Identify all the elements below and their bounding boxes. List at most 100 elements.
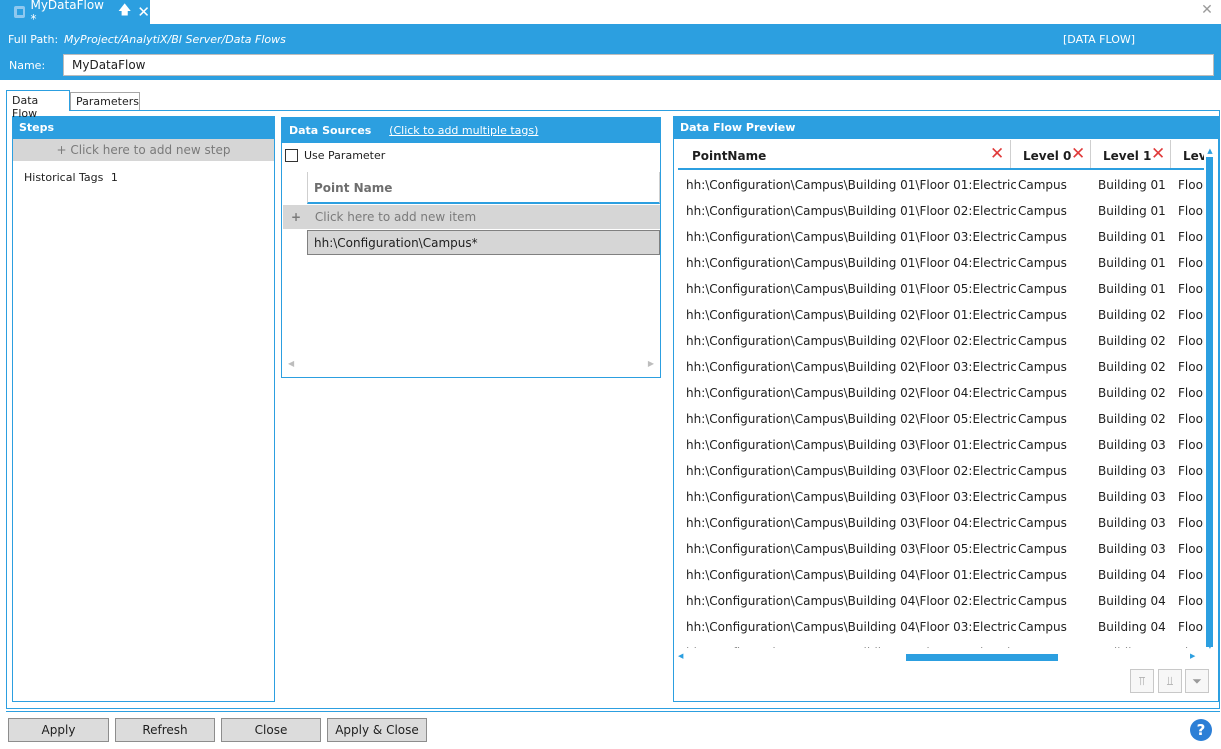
- table-row[interactable]: hh:\Configuration\Campus\Building 03\Flo…: [678, 458, 1204, 484]
- tab-parameters[interactable]: Parameters: [70, 92, 140, 110]
- horizontal-scroll-thumb[interactable]: [906, 654, 1058, 661]
- table-row[interactable]: hh:\Configuration\Campus\Building 02\Flo…: [678, 380, 1204, 406]
- column-header-pointname[interactable]: PointName ✕: [678, 140, 1011, 168]
- preview-title: Data Flow Preview: [674, 117, 1218, 139]
- scroll-up-icon[interactable]: ▲: [1205, 147, 1215, 155]
- table-cell: Floor 04: [1178, 386, 1204, 400]
- table-cell: Floor 03: [1178, 620, 1204, 634]
- document-tab-title: MyDataFlow *: [30, 0, 104, 26]
- table-cell: hh:\Configuration\Campus\Building 01\Flo…: [686, 204, 1016, 218]
- table-row[interactable]: hh:\Configuration\Campus\Building 02\Flo…: [678, 406, 1204, 432]
- add-step-button[interactable]: + Click here to add new step: [13, 139, 274, 161]
- help-icon[interactable]: ?: [1190, 719, 1212, 741]
- table-cell: Building 03: [1098, 542, 1166, 556]
- table-cell: Building 02: [1098, 334, 1166, 348]
- table-cell: Campus: [1018, 568, 1067, 582]
- scroll-right-icon[interactable]: ▶: [648, 359, 654, 368]
- table-row[interactable]: hh:\Configuration\Campus\Building 02\Flo…: [678, 354, 1204, 380]
- column-header-label: Level 1: [1103, 149, 1152, 163]
- table-cell: hh:\Configuration\Campus\Building 02\Flo…: [686, 386, 1016, 400]
- table-row[interactable]: hh:\Configuration\Campus\Building 03\Flo…: [678, 484, 1204, 510]
- add-multiple-tags-link[interactable]: (Click to add multiple tags): [389, 124, 538, 137]
- table-row[interactable]: hh:\Configuration\Campus\Building 01\Flo…: [678, 250, 1204, 276]
- source-tag-row[interactable]: hh:\Configuration\Campus*: [307, 230, 660, 255]
- table-cell: Building 03: [1098, 516, 1166, 530]
- table-row[interactable]: hh:\Configuration\Campus\Building 01\Flo…: [678, 224, 1204, 250]
- full-path-value: MyProject/AnalytiX/BI Server/Data Flows: [64, 33, 286, 46]
- step-item[interactable]: Historical Tags 1: [13, 161, 274, 194]
- table-cell: Floor 05: [1178, 412, 1204, 426]
- filter-add-icon[interactable]: ⫪: [1130, 669, 1154, 693]
- table-cell: Campus: [1018, 412, 1067, 426]
- table-row[interactable]: hh:\Configuration\Campus\Building 03\Flo…: [678, 536, 1204, 562]
- table-row[interactable]: hh:\Configuration\Campus\Building 04\Flo…: [678, 562, 1204, 588]
- table-cell: Campus: [1018, 282, 1067, 296]
- sources-horizontal-scrollbar[interactable]: ◀ ▶: [288, 359, 654, 368]
- table-row[interactable]: hh:\Configuration\Campus\Building 04\Flo…: [678, 640, 1204, 648]
- table-cell: Campus: [1018, 542, 1067, 556]
- table-row[interactable]: hh:\Configuration\Campus\Building 02\Flo…: [678, 328, 1204, 354]
- column-header-level-1[interactable]: Level 1 ✕: [1091, 140, 1171, 168]
- table-row[interactable]: hh:\Configuration\Campus\Building 03\Flo…: [678, 432, 1204, 458]
- apply-close-button[interactable]: Apply & Close: [327, 718, 427, 742]
- table-cell: hh:\Configuration\Campus\Building 02\Flo…: [686, 334, 1016, 348]
- preview-vertical-scrollbar[interactable]: ▲ ▼: [1205, 147, 1215, 652]
- table-cell: Building 01: [1098, 204, 1166, 218]
- document-tab[interactable]: MyDataFlow * 🡅 ✕: [0, 0, 150, 26]
- scroll-left-icon[interactable]: ◀: [678, 652, 683, 660]
- table-cell: Building 01: [1098, 282, 1166, 296]
- table-cell: hh:\Configuration\Campus\Building 03\Flo…: [686, 464, 1016, 478]
- tab-data-flow[interactable]: Data Flow: [6, 90, 70, 120]
- refresh-button[interactable]: Refresh: [115, 718, 215, 742]
- table-row[interactable]: hh:\Configuration\Campus\Building 03\Flo…: [678, 510, 1204, 536]
- table-cell: Building 03: [1098, 464, 1166, 478]
- table-cell: Campus: [1018, 490, 1067, 504]
- column-header-level-2[interactable]: Level 2: [1171, 140, 1204, 168]
- table-cell: hh:\Configuration\Campus\Building 03\Flo…: [686, 542, 1016, 556]
- column-header-label: Level 0: [1023, 149, 1072, 163]
- add-item-label: Click here to add new item: [314, 210, 477, 224]
- table-cell: Building 02: [1098, 412, 1166, 426]
- remove-column-icon[interactable]: ✕: [990, 146, 1004, 163]
- filter-remove-icon[interactable]: ⫫: [1158, 669, 1182, 693]
- scroll-down-icon[interactable]: ▼: [1205, 642, 1215, 650]
- table-cell: Floor 03: [1178, 490, 1204, 504]
- table-row[interactable]: hh:\Configuration\Campus\Building 04\Flo…: [678, 614, 1204, 640]
- window-close-icon[interactable]: ✕: [1200, 3, 1214, 17]
- table-cell: hh:\Configuration\Campus\Building 03\Flo…: [686, 516, 1016, 530]
- remove-column-icon[interactable]: ✕: [1151, 146, 1165, 163]
- step-name: Historical Tags: [24, 171, 104, 184]
- point-name-column-header[interactable]: Point Name: [307, 172, 660, 204]
- table-cell: Campus: [1018, 386, 1067, 400]
- add-item-button[interactable]: + Click here to add new item: [283, 205, 660, 229]
- remove-column-icon[interactable]: ✕: [1071, 146, 1085, 163]
- column-header-label: PointName: [692, 149, 767, 163]
- table-row[interactable]: hh:\Configuration\Campus\Building 01\Flo…: [678, 198, 1204, 224]
- funnel-icon[interactable]: ⏷: [1185, 669, 1209, 693]
- header-band: Full Path: MyProject/AnalytiX/BI Server/…: [0, 24, 1221, 80]
- scroll-left-icon[interactable]: ◀: [288, 359, 294, 368]
- table-cell: Building 03: [1098, 438, 1166, 452]
- scroll-right-icon[interactable]: ▶: [1190, 652, 1195, 660]
- table-cell: hh:\Configuration\Campus\Building 03\Flo…: [686, 490, 1016, 504]
- apply-button[interactable]: Apply: [8, 718, 109, 742]
- data-flow-icon: [14, 6, 26, 18]
- table-row[interactable]: hh:\Configuration\Campus\Building 02\Flo…: [678, 302, 1204, 328]
- data-sources-panel: Data Sources (Click to add multiple tags…: [281, 117, 661, 378]
- table-row[interactable]: hh:\Configuration\Campus\Building 01\Flo…: [678, 276, 1204, 302]
- table-cell: Campus: [1018, 360, 1067, 374]
- column-header-level-0[interactable]: Level 0 ✕: [1011, 140, 1091, 168]
- table-cell: Campus: [1018, 620, 1067, 634]
- name-input[interactable]: MyDataFlow: [63, 54, 1214, 76]
- use-parameter-checkbox[interactable]: [285, 149, 298, 162]
- close-icon[interactable]: ✕: [137, 3, 150, 21]
- table-cell: Campus: [1018, 438, 1067, 452]
- close-button[interactable]: Close: [221, 718, 321, 742]
- use-parameter-option[interactable]: Use Parameter: [285, 149, 385, 162]
- table-row[interactable]: hh:\Configuration\Campus\Building 04\Flo…: [678, 588, 1204, 614]
- preview-horizontal-scrollbar[interactable]: ◀ ▶: [678, 652, 1202, 662]
- table-row[interactable]: hh:\Configuration\Campus\Building 01\Flo…: [678, 172, 1204, 198]
- vertical-scroll-thumb[interactable]: [1206, 157, 1213, 647]
- table-cell: hh:\Configuration\Campus\Building 01\Flo…: [686, 282, 1016, 296]
- pin-icon[interactable]: 🡅: [118, 1, 131, 23]
